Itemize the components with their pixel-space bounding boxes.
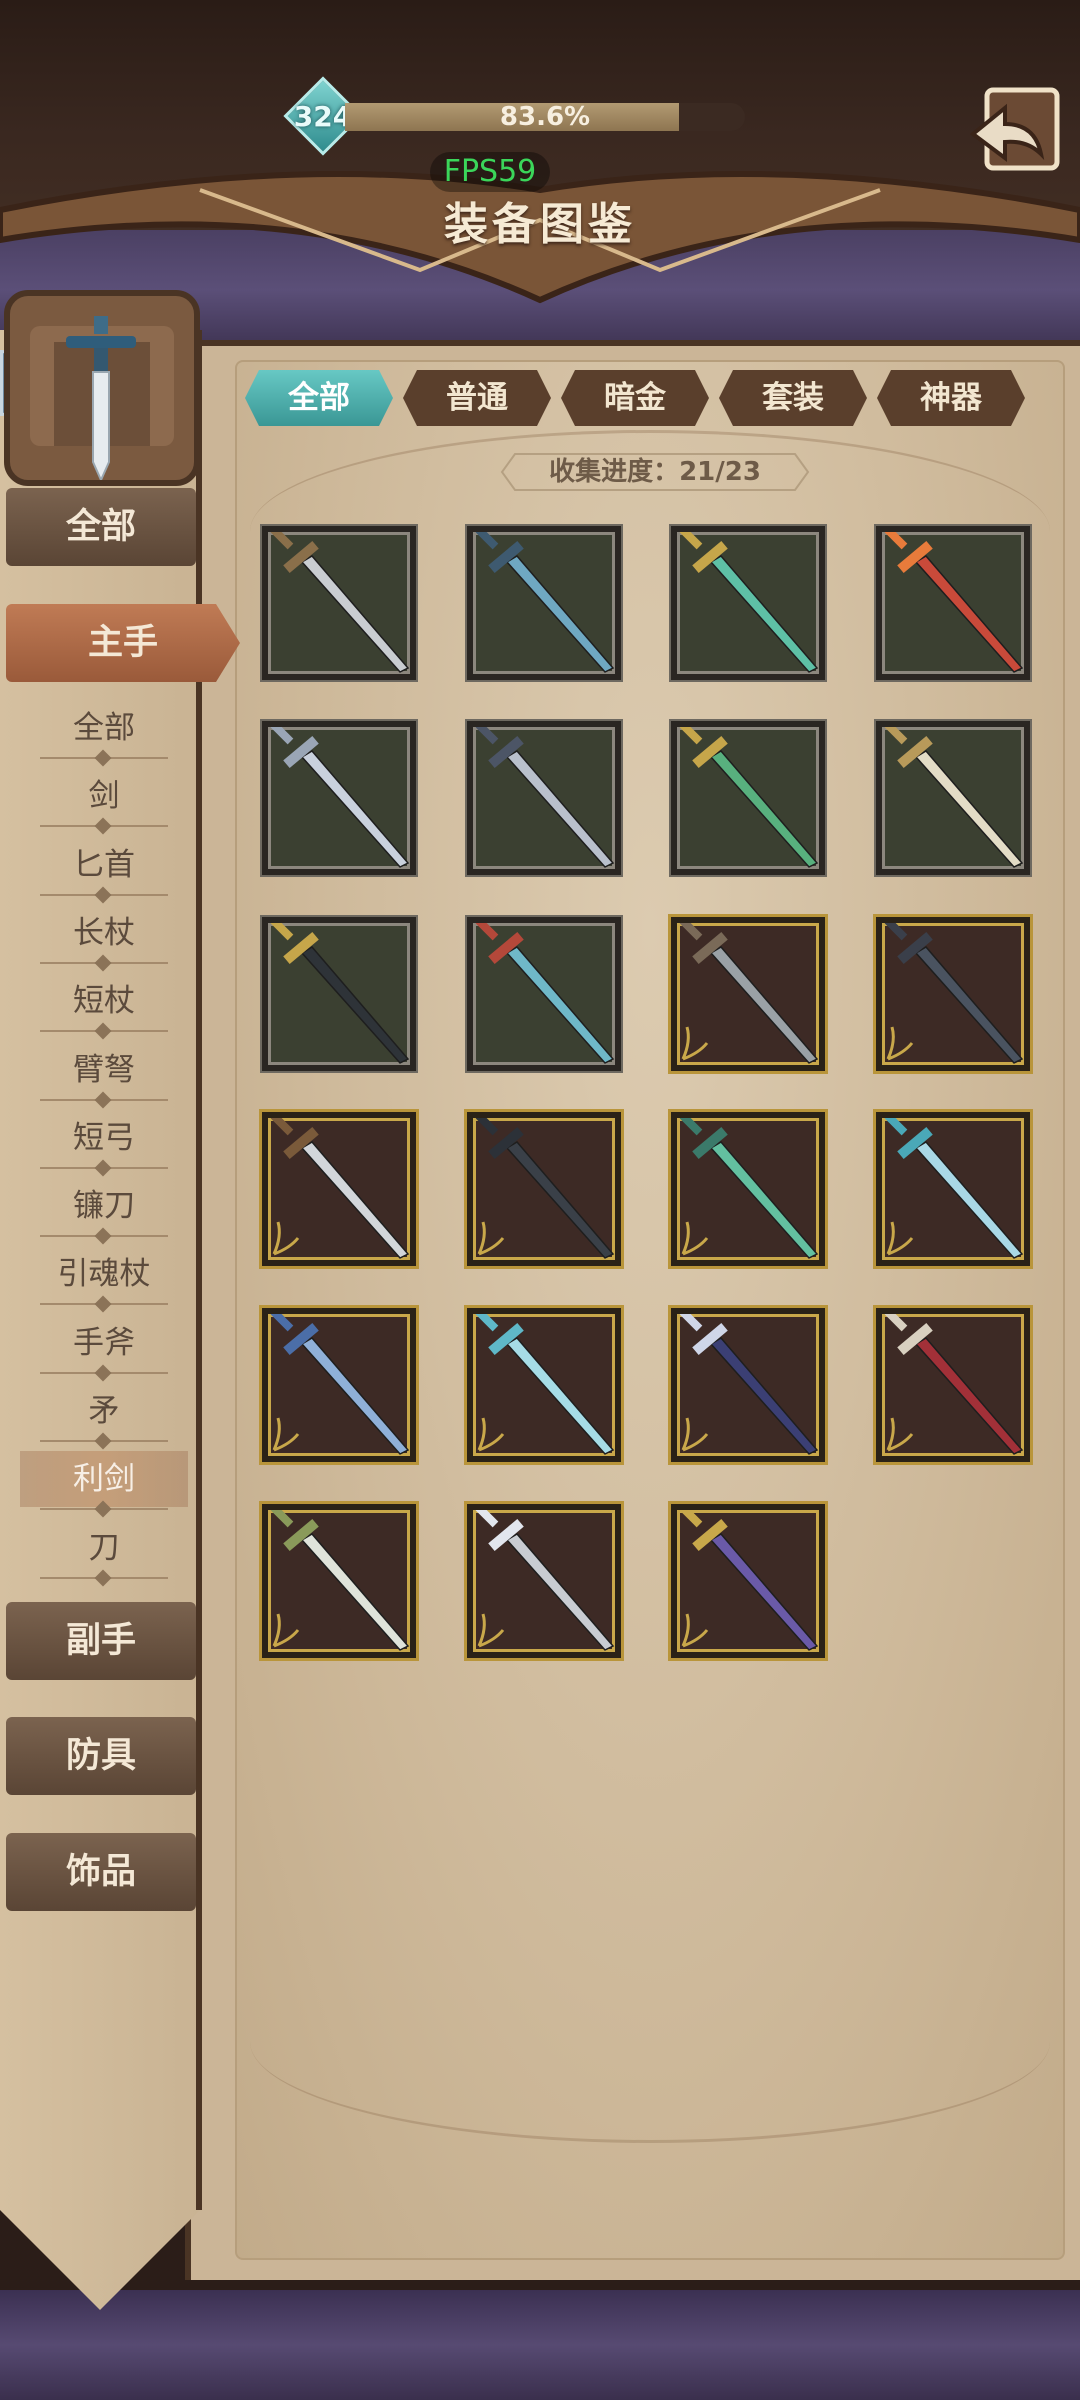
sword-icon [679, 1510, 819, 1651]
tab-normal[interactable]: 普通 [403, 370, 551, 426]
equipment-slot[interactable] [671, 1112, 825, 1266]
sword-icon [884, 727, 1024, 868]
subcategory-item[interactable]: 利剑 [20, 1451, 188, 1508]
category-accessory[interactable]: 饰品 [6, 1833, 196, 1911]
sword-icon [884, 923, 1024, 1064]
fps-counter: FPS59 [430, 152, 550, 192]
sword-emblem-icon [30, 316, 174, 483]
sword-icon [679, 1118, 819, 1259]
equipment-slot[interactable] [467, 1308, 621, 1462]
back-button[interactable] [965, 82, 1065, 182]
subcategory-item[interactable]: 长杖 [20, 905, 188, 961]
category-all[interactable]: 全部 [6, 488, 196, 566]
subcategory-item[interactable]: 镰刀 [20, 1178, 188, 1234]
sword-icon [270, 532, 410, 673]
category-main-hand[interactable]: 主手 [6, 604, 240, 682]
panel-arc-decoration-bottom [250, 1940, 1050, 2143]
subcategory-item[interactable]: 匕首 [20, 837, 188, 893]
equipment-slot[interactable] [467, 1112, 621, 1266]
tab-set[interactable]: 套装 [719, 370, 867, 426]
equipment-slot[interactable] [876, 1112, 1030, 1266]
subcategory-item[interactable]: 手斧 [20, 1315, 188, 1371]
page-title: 装备图鉴 [444, 199, 636, 250]
sword-icon [475, 923, 615, 1064]
sword-icon [679, 727, 819, 868]
category-armor[interactable]: 防具 [6, 1717, 196, 1795]
sword-icon [884, 1314, 1024, 1455]
equipment-slot[interactable] [467, 526, 621, 680]
tab-all[interactable]: 全部 [245, 370, 393, 426]
equipment-slot[interactable] [467, 721, 621, 875]
sword-icon [884, 532, 1024, 673]
progress-bar: 83.6% [345, 103, 745, 131]
progress-text: 83.6% [499, 102, 591, 132]
sword-icon [270, 923, 410, 1064]
equipment-slot[interactable] [262, 1308, 416, 1462]
sword-icon [270, 1510, 410, 1651]
sword-icon [679, 1314, 819, 1455]
sword-icon [270, 727, 410, 868]
subcategory-item[interactable]: 矛 [20, 1383, 188, 1439]
sword-icon [679, 923, 819, 1064]
subcategory-item[interactable]: 全部 [20, 700, 188, 756]
sword-icon [475, 1510, 615, 1651]
equipment-slot[interactable] [671, 1504, 825, 1658]
tab-artifact[interactable]: 神器 [877, 370, 1025, 426]
equipment-slot[interactable] [671, 526, 825, 680]
subcategory-item[interactable]: 引魂杖 [20, 1246, 188, 1302]
sword-icon [475, 1118, 615, 1259]
equipment-slot[interactable] [876, 526, 1030, 680]
subcategory-item[interactable]: 短杖 [20, 973, 188, 1029]
subcategory-item[interactable]: 剑 [20, 768, 188, 824]
category-emblem [4, 290, 200, 486]
equipment-slot[interactable] [262, 721, 416, 875]
subcategory-item[interactable]: 短弓 [20, 1110, 188, 1166]
collection-progress: 收集进度：21/23 [549, 457, 761, 487]
subcategory-item[interactable]: 刀 [20, 1520, 188, 1576]
equipment-slot[interactable] [262, 526, 416, 680]
equipment-slot[interactable] [262, 917, 416, 1071]
sword-icon [679, 532, 819, 673]
equipment-slot[interactable] [262, 1112, 416, 1266]
sword-icon [475, 1314, 615, 1455]
sword-icon [270, 1118, 410, 1259]
sword-icon [475, 532, 615, 673]
equipment-slot[interactable] [262, 1504, 416, 1658]
equipment-slot[interactable] [876, 1308, 1030, 1462]
sword-icon [475, 727, 615, 868]
equipment-slot[interactable] [876, 917, 1030, 1071]
equipment-slot[interactable] [671, 1308, 825, 1462]
subcategory-item[interactable]: 臂弩 [20, 1042, 188, 1098]
tab-dark-gold[interactable]: 暗金 [561, 370, 709, 426]
sword-icon [884, 1118, 1024, 1259]
back-arrow-icon [969, 87, 1060, 171]
equipment-slot[interactable] [467, 1504, 621, 1658]
equipment-slot[interactable] [671, 917, 825, 1071]
filter-tabs: 全部 普通 暗金 套装 神器 [245, 370, 1035, 426]
equipment-slot[interactable] [876, 721, 1030, 875]
equipment-slot[interactable] [671, 721, 825, 875]
bottom-background [0, 2290, 1080, 2400]
category-off-hand[interactable]: 副手 [6, 1602, 196, 1680]
equipment-slot[interactable] [467, 917, 621, 1071]
sword-icon [270, 1314, 410, 1455]
